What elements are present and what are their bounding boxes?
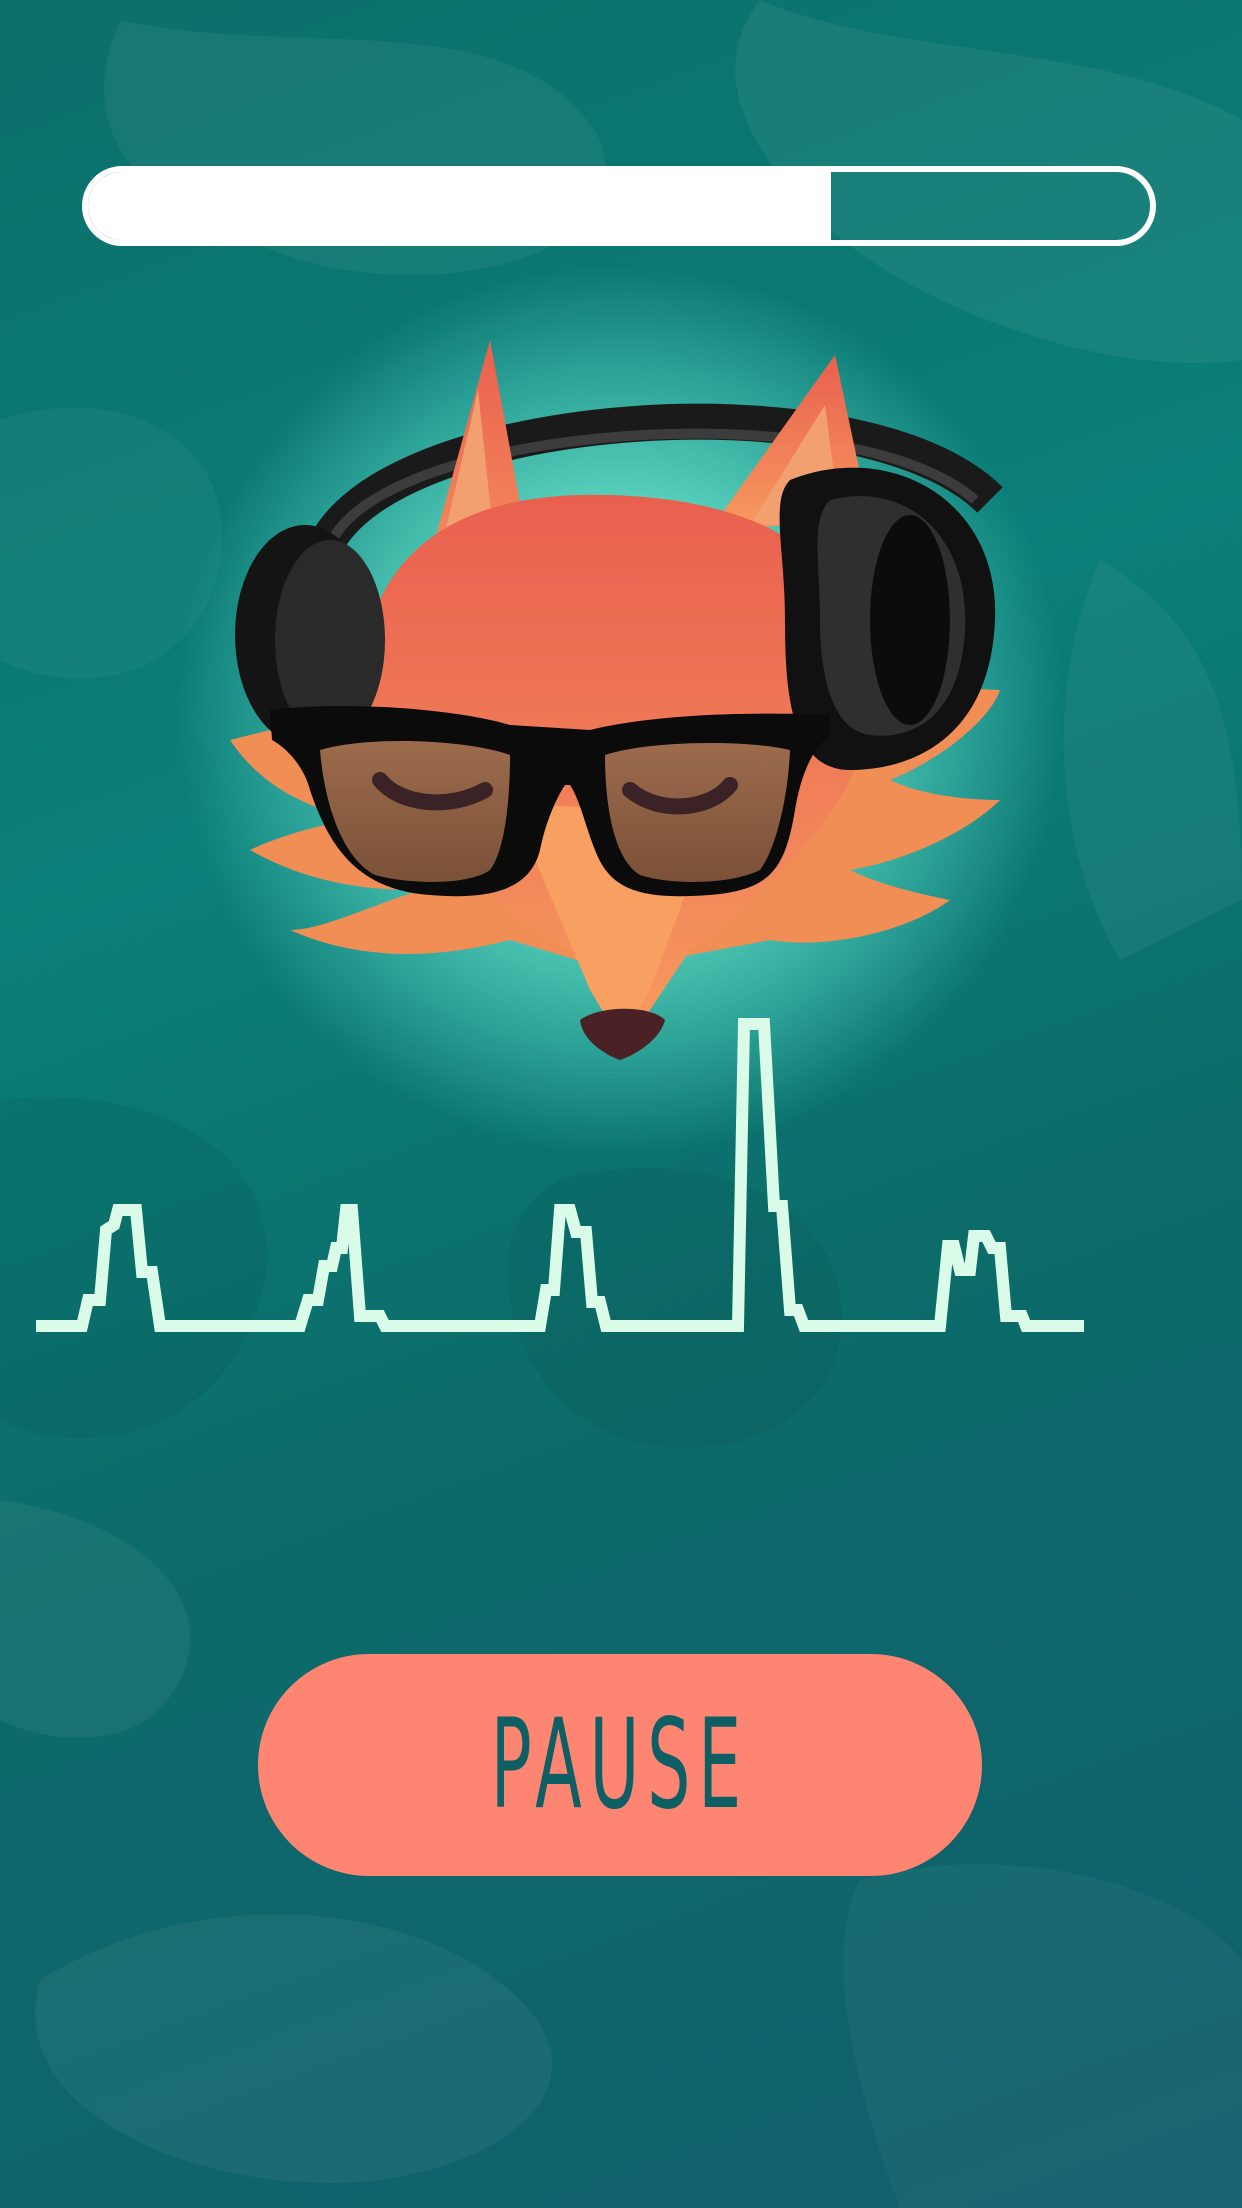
- audio-waveform-icon: [36, 1018, 1084, 1332]
- playback-progress-bar[interactable]: [82, 166, 1156, 246]
- progress-fill: [88, 172, 832, 240]
- pause-button[interactable]: PAUSE: [258, 1654, 982, 1876]
- fox-with-headphones-and-sunglasses-icon: [230, 340, 1003, 1060]
- pause-button-label: PAUSE: [490, 1693, 750, 1837]
